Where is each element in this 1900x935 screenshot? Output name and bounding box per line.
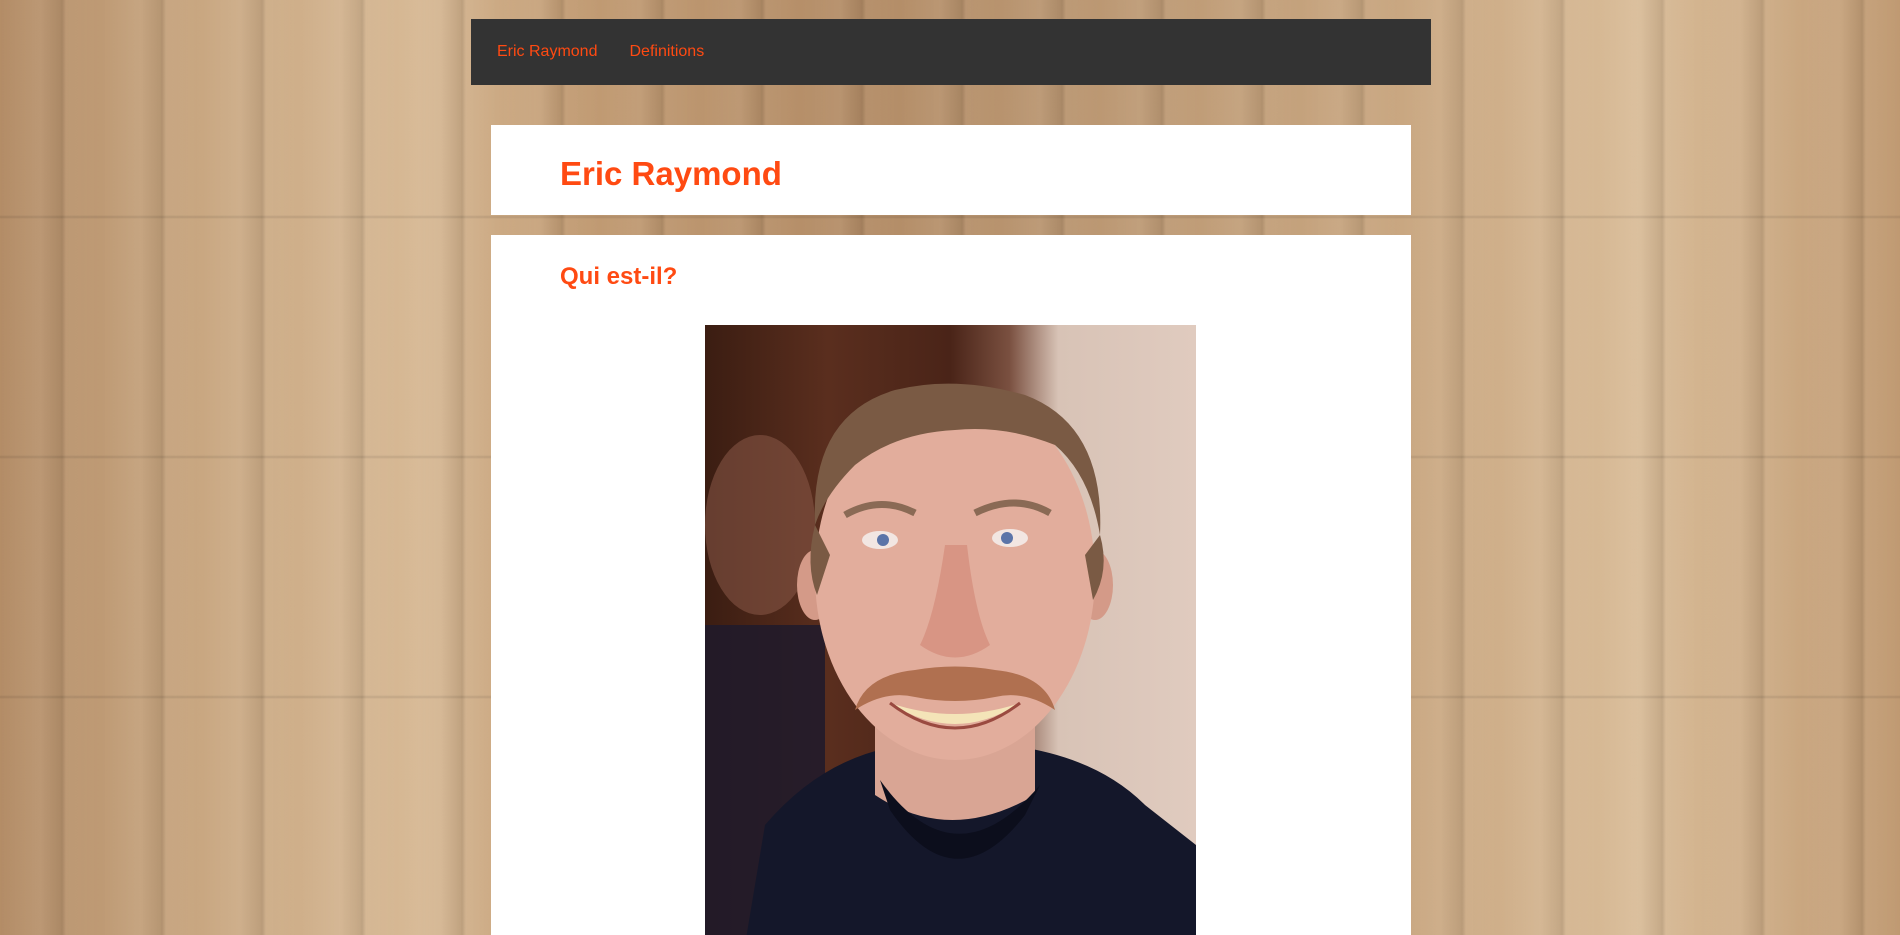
nav-link-eric-raymond[interactable]: Eric Raymond [497,43,597,61]
content-panel: Qui est-il? [491,235,1411,935]
nav-link-definitions[interactable]: Definitions [629,43,704,61]
site-title-panel: Eric Raymond [491,125,1411,215]
section-heading: Qui est-il? [560,263,678,290]
site-title[interactable]: Eric Raymond [560,155,782,193]
top-navigation-bar: Eric Raymond Definitions [471,19,1431,85]
page: { "nav": { "items": [ {"label": "Eric Ra… [0,0,1900,935]
portrait-illustration [705,383,1196,935]
portrait-photo [705,325,1196,935]
